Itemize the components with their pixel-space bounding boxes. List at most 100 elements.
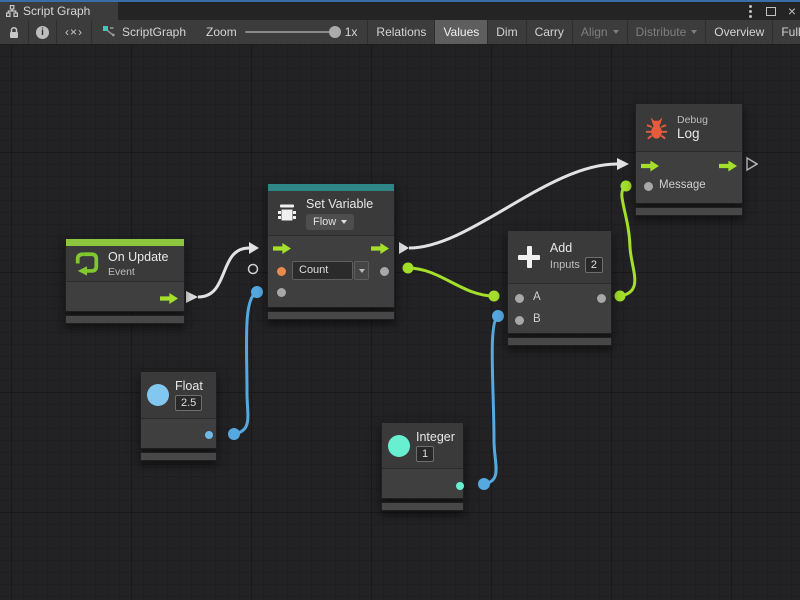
node-debug-log[interactable]: Debug Log Message — [635, 103, 743, 216]
unconnected-port-ring — [249, 265, 258, 274]
code-view-button[interactable]: ‹×› — [57, 20, 92, 44]
node-ports — [66, 281, 184, 311]
integer-value-field[interactable]: 1 — [416, 446, 434, 462]
toolbar-toggles: Relations Values Dim Carry Align Distrib… — [367, 20, 800, 44]
unconnected-flow-triangle — [747, 158, 757, 170]
variable-name-dropdown-button[interactable] — [354, 261, 369, 280]
code-view-icon: ‹×› — [65, 25, 83, 39]
node-footer — [381, 502, 464, 511]
node-float[interactable]: Float 2.5 — [140, 371, 217, 461]
distribute-label: Distribute — [636, 25, 687, 39]
zoom-label: Zoom — [206, 25, 237, 39]
wire-start-arrowhead — [399, 242, 409, 254]
on-update-loop-icon — [74, 250, 100, 277]
node-add[interactable]: Add Inputs 2 A B — [507, 230, 612, 346]
value-input-port[interactable] — [277, 288, 286, 297]
zoom-slider[interactable] — [245, 31, 337, 33]
node-subtitle: Event — [108, 266, 168, 278]
fullscreen-button[interactable]: Full Screen — [772, 20, 800, 44]
lock-button[interactable] — [0, 20, 29, 44]
graph-hierarchy-icon — [6, 5, 18, 17]
node-ports: Message — [636, 151, 742, 203]
wire-cap — [228, 428, 240, 440]
maximize-icon[interactable] — [766, 7, 776, 16]
variable-kind-dropdown[interactable]: Flow — [306, 214, 354, 230]
tab-bar: Script Graph × — [0, 0, 800, 20]
message-input-port[interactable] — [644, 182, 653, 191]
node-set-variable[interactable]: Set Variable Flow Count — [267, 183, 395, 320]
values-toggle[interactable]: Values — [434, 20, 487, 44]
sum-output-port[interactable] — [597, 294, 606, 303]
dim-toggle[interactable]: Dim — [487, 20, 525, 44]
integer-output-port[interactable] — [456, 482, 464, 490]
chevron-down-icon — [359, 269, 365, 273]
graph-toolbar: i ‹×› ScriptGraph Zoom 1x Relations Valu… — [0, 20, 800, 45]
flow-input-port[interactable] — [641, 161, 659, 172]
inputs-label: Inputs — [550, 259, 580, 271]
wire-cap — [478, 478, 490, 490]
script-graph-window: Script Graph × i ‹×› ScriptGr — [0, 0, 800, 600]
value-output-port[interactable] — [380, 267, 389, 276]
port-label-a: A — [533, 291, 541, 303]
variable-value-input-port[interactable] — [277, 267, 286, 276]
wire-end-arrowhead — [617, 158, 629, 170]
carry-toggle[interactable]: Carry — [526, 20, 572, 44]
node-integer[interactable]: Integer 1 — [381, 422, 464, 511]
inspect-button[interactable]: i — [29, 20, 57, 44]
flow-input-port[interactable] — [273, 243, 291, 254]
node-title: Log — [677, 126, 708, 141]
node-accent-bar — [66, 239, 184, 246]
port-label-b: B — [533, 313, 541, 325]
distribute-menu[interactable]: Distribute — [627, 20, 706, 44]
node-header: Add Inputs 2 — [508, 231, 611, 283]
node-category: Debug — [677, 114, 708, 126]
node-header: Float 2.5 — [141, 372, 216, 418]
variable-icon — [276, 202, 298, 224]
port-label-message: Message — [659, 179, 706, 191]
node-title: Integer — [416, 430, 455, 444]
variable-kind-value: Flow — [313, 216, 336, 228]
wire-setvariable-add-a — [408, 268, 494, 296]
zoom-slider-handle[interactable] — [329, 26, 341, 38]
wire-cap — [615, 291, 626, 302]
wire-add-debugmessage — [620, 186, 635, 296]
integer-circle-icon — [388, 435, 410, 457]
node-title: Set Variable — [306, 197, 373, 211]
node-title: Float — [175, 379, 203, 393]
node-ports — [141, 418, 216, 448]
breadcrumb-label: ScriptGraph — [122, 25, 186, 39]
node-header: On Update Event — [66, 246, 184, 281]
float-output-port[interactable] — [205, 431, 213, 439]
zoom-control: Zoom 1x — [196, 20, 367, 44]
info-icon: i — [36, 26, 49, 39]
float-value-field[interactable]: 2.5 — [175, 395, 202, 411]
variable-name-dropdown[interactable]: Count — [292, 261, 353, 280]
wire-integer-add-b — [484, 316, 498, 484]
input-port-a[interactable] — [515, 294, 524, 303]
wire-end-arrowhead — [249, 242, 259, 254]
node-footer — [635, 207, 743, 216]
wire-cap — [403, 263, 414, 274]
wire-start-arrowhead — [186, 291, 198, 303]
flow-output-port[interactable] — [719, 161, 737, 172]
chevron-down-icon — [613, 30, 619, 34]
input-port-b[interactable] — [515, 316, 524, 325]
graph-canvas[interactable]: On Update Event — [0, 45, 800, 600]
inputs-count-field[interactable]: 2 — [585, 257, 603, 273]
tab-title: Script Graph — [23, 4, 90, 18]
tab-script-graph[interactable]: Script Graph — [0, 2, 118, 20]
lock-icon — [7, 25, 21, 40]
breadcrumb[interactable]: ScriptGraph — [92, 20, 196, 44]
overview-button[interactable]: Overview — [705, 20, 772, 44]
variable-name-value: Count — [299, 264, 328, 276]
relations-toggle[interactable]: Relations — [367, 20, 434, 44]
focus-indicator-line — [0, 0, 800, 2]
bug-icon — [644, 115, 669, 141]
align-menu[interactable]: Align — [572, 20, 627, 44]
node-on-update[interactable]: On Update Event — [65, 238, 185, 324]
close-icon[interactable]: × — [788, 4, 796, 18]
align-label: Align — [581, 25, 608, 39]
kebab-menu-icon[interactable] — [748, 4, 754, 18]
flow-output-port[interactable] — [160, 293, 178, 304]
flow-output-port[interactable] — [371, 243, 389, 254]
